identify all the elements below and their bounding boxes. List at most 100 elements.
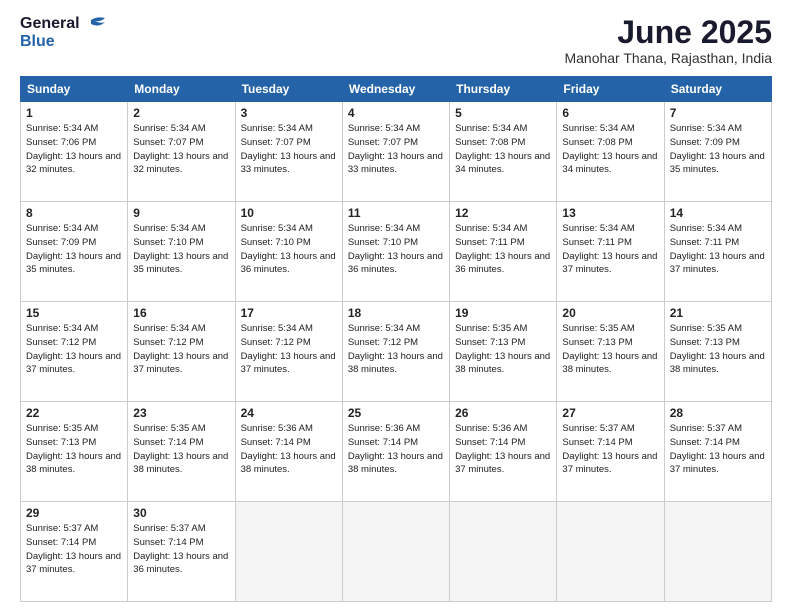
col-thursday: Thursday: [450, 77, 557, 102]
day-number: 17: [241, 306, 337, 320]
day-number: 14: [670, 206, 766, 220]
table-row: 17 Sunrise: 5:34 AM Sunset: 7:12 PM Dayl…: [235, 302, 342, 402]
day-info: Sunrise: 5:34 AM Sunset: 7:12 PM Dayligh…: [133, 322, 229, 377]
day-info: Sunrise: 5:36 AM Sunset: 7:14 PM Dayligh…: [455, 422, 551, 477]
day-number: 18: [348, 306, 444, 320]
table-row: 1 Sunrise: 5:34 AM Sunset: 7:06 PM Dayli…: [21, 102, 128, 202]
day-number: 6: [562, 106, 658, 120]
calendar-table: Sunday Monday Tuesday Wednesday Thursday…: [20, 76, 772, 602]
table-row: 22 Sunrise: 5:35 AM Sunset: 7:13 PM Dayl…: [21, 402, 128, 502]
table-row: 28 Sunrise: 5:37 AM Sunset: 7:14 PM Dayl…: [664, 402, 771, 502]
day-info: Sunrise: 5:34 AM Sunset: 7:09 PM Dayligh…: [670, 122, 766, 177]
day-number: 29: [26, 506, 122, 520]
day-info: Sunrise: 5:34 AM Sunset: 7:11 PM Dayligh…: [455, 222, 551, 277]
day-number: 27: [562, 406, 658, 420]
day-number: 9: [133, 206, 229, 220]
col-sunday: Sunday: [21, 77, 128, 102]
day-number: 3: [241, 106, 337, 120]
table-row: [664, 502, 771, 602]
table-row: 26 Sunrise: 5:36 AM Sunset: 7:14 PM Dayl…: [450, 402, 557, 502]
day-number: 5: [455, 106, 551, 120]
day-info: Sunrise: 5:34 AM Sunset: 7:10 PM Dayligh…: [241, 222, 337, 277]
day-info: Sunrise: 5:35 AM Sunset: 7:13 PM Dayligh…: [670, 322, 766, 377]
day-number: 13: [562, 206, 658, 220]
table-row: 13 Sunrise: 5:34 AM Sunset: 7:11 PM Dayl…: [557, 202, 664, 302]
table-row: 27 Sunrise: 5:37 AM Sunset: 7:14 PM Dayl…: [557, 402, 664, 502]
col-tuesday: Tuesday: [235, 77, 342, 102]
table-row: 8 Sunrise: 5:34 AM Sunset: 7:09 PM Dayli…: [21, 202, 128, 302]
day-info: Sunrise: 5:34 AM Sunset: 7:07 PM Dayligh…: [133, 122, 229, 177]
table-row: 18 Sunrise: 5:34 AM Sunset: 7:12 PM Dayl…: [342, 302, 449, 402]
day-info: Sunrise: 5:37 AM Sunset: 7:14 PM Dayligh…: [26, 522, 122, 577]
table-row: 5 Sunrise: 5:34 AM Sunset: 7:08 PM Dayli…: [450, 102, 557, 202]
table-row: 4 Sunrise: 5:34 AM Sunset: 7:07 PM Dayli…: [342, 102, 449, 202]
day-info: Sunrise: 5:37 AM Sunset: 7:14 PM Dayligh…: [670, 422, 766, 477]
table-row: 30 Sunrise: 5:37 AM Sunset: 7:14 PM Dayl…: [128, 502, 235, 602]
day-info: Sunrise: 5:34 AM Sunset: 7:06 PM Dayligh…: [26, 122, 122, 177]
logo-bird-icon: [83, 16, 105, 32]
day-number: 8: [26, 206, 122, 220]
table-row: 15 Sunrise: 5:34 AM Sunset: 7:12 PM Dayl…: [21, 302, 128, 402]
day-info: Sunrise: 5:36 AM Sunset: 7:14 PM Dayligh…: [241, 422, 337, 477]
day-number: 23: [133, 406, 229, 420]
day-info: Sunrise: 5:36 AM Sunset: 7:14 PM Dayligh…: [348, 422, 444, 477]
day-info: Sunrise: 5:35 AM Sunset: 7:14 PM Dayligh…: [133, 422, 229, 477]
title-block: June 2025 Manohar Thana, Rajasthan, Indi…: [564, 15, 772, 66]
day-number: 21: [670, 306, 766, 320]
calendar-header-row: Sunday Monday Tuesday Wednesday Thursday…: [21, 77, 772, 102]
day-info: Sunrise: 5:35 AM Sunset: 7:13 PM Dayligh…: [455, 322, 551, 377]
day-number: 4: [348, 106, 444, 120]
logo: General Blue: [20, 15, 105, 50]
day-number: 28: [670, 406, 766, 420]
month-title: June 2025: [564, 15, 772, 50]
table-row: 10 Sunrise: 5:34 AM Sunset: 7:10 PM Dayl…: [235, 202, 342, 302]
day-info: Sunrise: 5:34 AM Sunset: 7:10 PM Dayligh…: [133, 222, 229, 277]
table-row: 16 Sunrise: 5:34 AM Sunset: 7:12 PM Dayl…: [128, 302, 235, 402]
col-friday: Friday: [557, 77, 664, 102]
day-info: Sunrise: 5:34 AM Sunset: 7:08 PM Dayligh…: [455, 122, 551, 177]
day-number: 25: [348, 406, 444, 420]
table-row: [450, 502, 557, 602]
col-saturday: Saturday: [664, 77, 771, 102]
day-info: Sunrise: 5:34 AM Sunset: 7:11 PM Dayligh…: [670, 222, 766, 277]
day-info: Sunrise: 5:34 AM Sunset: 7:10 PM Dayligh…: [348, 222, 444, 277]
table-row: 3 Sunrise: 5:34 AM Sunset: 7:07 PM Dayli…: [235, 102, 342, 202]
day-info: Sunrise: 5:34 AM Sunset: 7:09 PM Dayligh…: [26, 222, 122, 277]
location: Manohar Thana, Rajasthan, India: [564, 50, 772, 66]
table-row: 29 Sunrise: 5:37 AM Sunset: 7:14 PM Dayl…: [21, 502, 128, 602]
table-row: 20 Sunrise: 5:35 AM Sunset: 7:13 PM Dayl…: [557, 302, 664, 402]
day-info: Sunrise: 5:37 AM Sunset: 7:14 PM Dayligh…: [562, 422, 658, 477]
day-number: 30: [133, 506, 229, 520]
day-number: 24: [241, 406, 337, 420]
table-row: 21 Sunrise: 5:35 AM Sunset: 7:13 PM Dayl…: [664, 302, 771, 402]
day-info: Sunrise: 5:37 AM Sunset: 7:14 PM Dayligh…: [133, 522, 229, 577]
day-info: Sunrise: 5:34 AM Sunset: 7:12 PM Dayligh…: [26, 322, 122, 377]
day-number: 7: [670, 106, 766, 120]
table-row: [557, 502, 664, 602]
day-number: 10: [241, 206, 337, 220]
table-row: 23 Sunrise: 5:35 AM Sunset: 7:14 PM Dayl…: [128, 402, 235, 502]
day-info: Sunrise: 5:34 AM Sunset: 7:07 PM Dayligh…: [348, 122, 444, 177]
day-info: Sunrise: 5:34 AM Sunset: 7:12 PM Dayligh…: [348, 322, 444, 377]
day-number: 1: [26, 106, 122, 120]
table-row: 11 Sunrise: 5:34 AM Sunset: 7:10 PM Dayl…: [342, 202, 449, 302]
table-row: 2 Sunrise: 5:34 AM Sunset: 7:07 PM Dayli…: [128, 102, 235, 202]
table-row: 24 Sunrise: 5:36 AM Sunset: 7:14 PM Dayl…: [235, 402, 342, 502]
day-info: Sunrise: 5:34 AM Sunset: 7:08 PM Dayligh…: [562, 122, 658, 177]
table-row: 25 Sunrise: 5:36 AM Sunset: 7:14 PM Dayl…: [342, 402, 449, 502]
day-number: 15: [26, 306, 122, 320]
day-number: 2: [133, 106, 229, 120]
col-wednesday: Wednesday: [342, 77, 449, 102]
day-info: Sunrise: 5:35 AM Sunset: 7:13 PM Dayligh…: [26, 422, 122, 477]
table-row: 7 Sunrise: 5:34 AM Sunset: 7:09 PM Dayli…: [664, 102, 771, 202]
day-number: 19: [455, 306, 551, 320]
day-number: 12: [455, 206, 551, 220]
table-row: [235, 502, 342, 602]
day-number: 20: [562, 306, 658, 320]
day-info: Sunrise: 5:34 AM Sunset: 7:07 PM Dayligh…: [241, 122, 337, 177]
day-number: 11: [348, 206, 444, 220]
day-info: Sunrise: 5:34 AM Sunset: 7:11 PM Dayligh…: [562, 222, 658, 277]
table-row: [342, 502, 449, 602]
day-number: 22: [26, 406, 122, 420]
table-row: 19 Sunrise: 5:35 AM Sunset: 7:13 PM Dayl…: [450, 302, 557, 402]
